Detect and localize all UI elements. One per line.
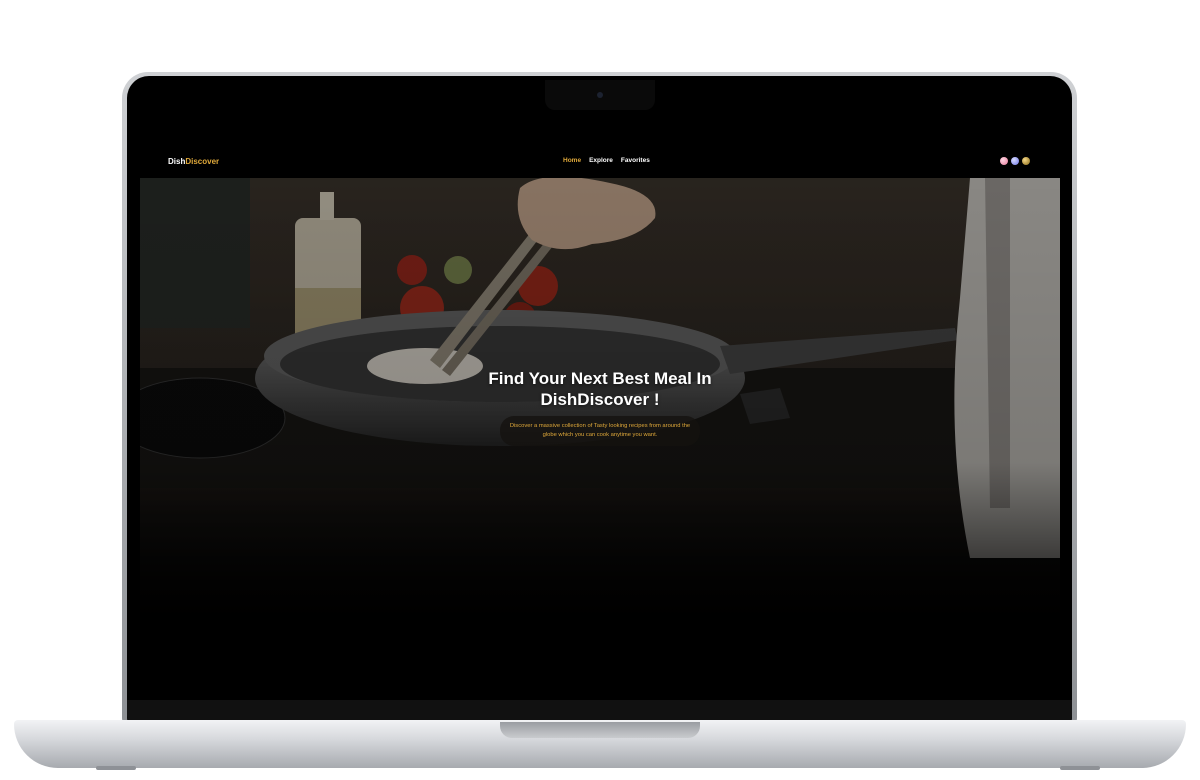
theme-blue-button[interactable] [1011, 157, 1019, 165]
nav-links: Home Explore Favorites [563, 157, 650, 164]
nav-item-home[interactable]: Home [563, 157, 581, 164]
theme-pink-button[interactable] [1000, 157, 1008, 165]
hero-text-block: Find Your Next Best Meal In DishDiscover… [140, 368, 1060, 446]
laptop-hinge-notch [500, 722, 700, 738]
laptop-foot-right [1060, 766, 1100, 770]
laptop-foot-left [96, 766, 136, 770]
nav-item-favorites[interactable]: Favorites [621, 157, 650, 164]
hero-subtitle: Discover a massive collection of Tasty l… [500, 416, 700, 446]
hero-section: Find Your Next Best Meal In DishDiscover… [140, 178, 1060, 696]
logo-text-dish: Dish [168, 157, 186, 166]
logo-text-discover: Discover [185, 157, 220, 166]
theme-gold-button[interactable] [1022, 157, 1030, 165]
theme-switcher [1000, 157, 1030, 165]
screen-chin [127, 700, 1072, 722]
laptop-screen: DishDiscover Home Explore Favorites Find… [140, 148, 1060, 696]
navbar: DishDiscover Home Explore Favorites [140, 148, 1060, 178]
site-logo[interactable]: DishDiscover [168, 157, 219, 166]
hero-title: Find Your Next Best Meal In DishDiscover… [488, 369, 712, 409]
camera-icon [597, 92, 603, 98]
nav-item-explore[interactable]: Explore [589, 157, 613, 164]
